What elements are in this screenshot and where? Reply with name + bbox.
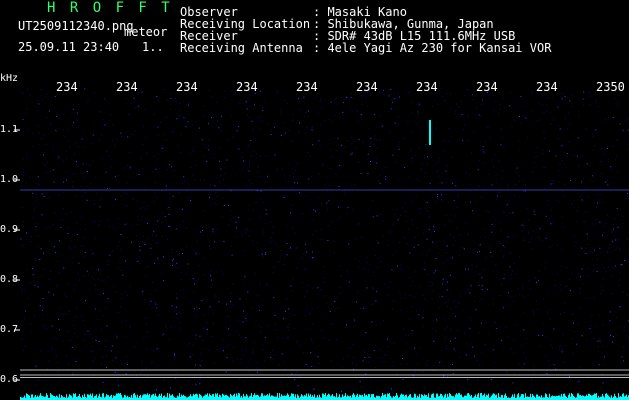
field-antenna-label: Receiving Antenna (180, 41, 303, 55)
x-tick-label: 234 (296, 80, 318, 94)
x-tick-label: 234 (536, 80, 558, 94)
detection-tag: meteor (124, 25, 168, 39)
field-antenna-value: : 4ele Yagi Az 230 for Kansai VOR (313, 41, 552, 55)
y-tick-label: 0.9 (0, 224, 19, 235)
y-tick-label: 0.8 (0, 274, 19, 285)
brand-title: H R O F F T (47, 0, 173, 16)
y-tick-label: 0.6 (0, 374, 19, 385)
x-tick-label: 234 (416, 80, 438, 94)
x-tick-label: 234 (356, 80, 378, 94)
x-tick-label: 234 (56, 80, 78, 94)
echo-count: 1.. (142, 40, 164, 54)
y-tick-label: 0.7 (0, 324, 19, 335)
signal-baseline (20, 393, 629, 400)
x-tick-label: 234 (116, 80, 138, 94)
spectrogram (14, 88, 629, 400)
x-tick-label: 234 (476, 80, 498, 94)
x-tick-label: 234 (176, 80, 198, 94)
datetime: 25.09.11 23:40 (18, 40, 120, 54)
y-tick-label: 1.1 (0, 124, 19, 135)
noise-field (20, 88, 629, 393)
y-axis-unit: kHz (0, 73, 19, 84)
x-tick-label: 234 (236, 80, 258, 94)
y-tick-label: 1.0 (0, 174, 19, 185)
filename: UT2509112340.png (18, 19, 134, 33)
x-tick-label: 2350 (596, 80, 625, 94)
